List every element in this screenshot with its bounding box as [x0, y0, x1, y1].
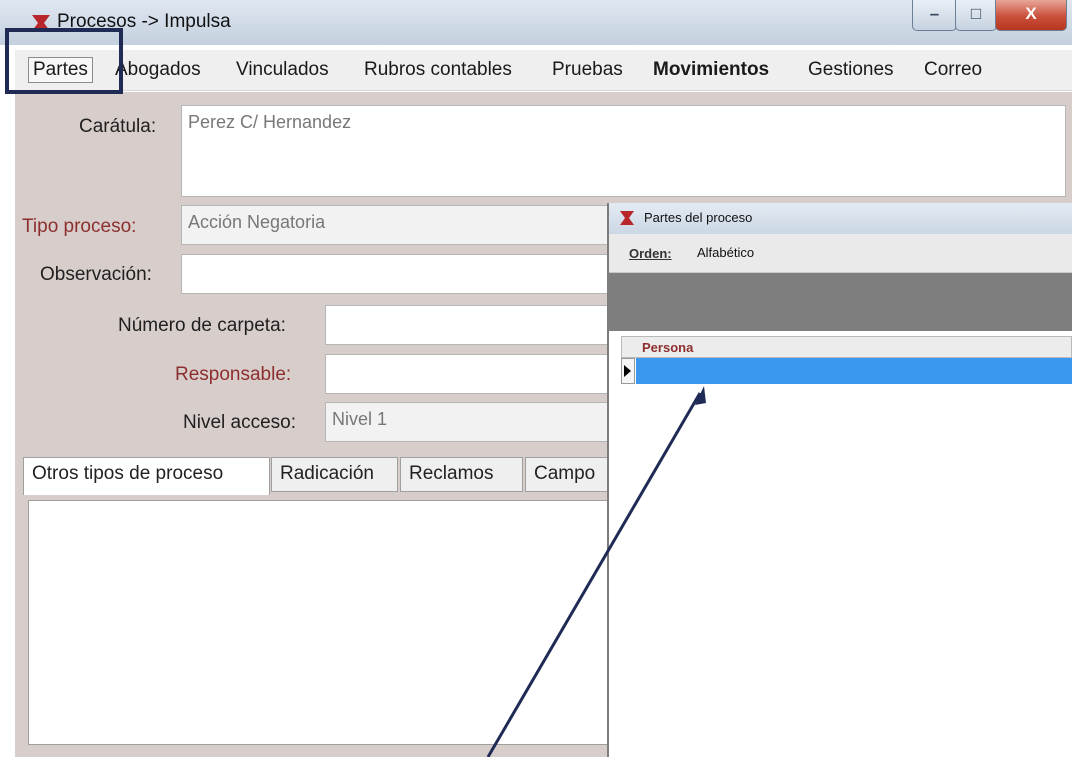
caratula-label: Carátula:	[79, 116, 157, 137]
tab-reclamos[interactable]: Reclamos	[400, 457, 523, 492]
maximize-button[interactable]: □	[955, 0, 997, 31]
tab-content-area	[28, 500, 608, 745]
nivel-acceso-field[interactable]: Nivel 1	[325, 402, 611, 442]
menu-item-movimientos[interactable]: Movimientos	[653, 59, 769, 81]
responsable-field[interactable]	[325, 354, 611, 394]
menu-item-abogados[interactable]: Abogados	[115, 59, 201, 81]
orden-select[interactable]: Alfabético	[697, 245, 754, 260]
numero-carpeta-label: Número de carpeta:	[118, 315, 286, 336]
tipo-proceso-field[interactable]: Acción Negatoria	[181, 205, 611, 245]
partes-grid: Persona	[621, 336, 1072, 756]
nivel-acceso-label: Nivel acceso:	[183, 412, 296, 433]
menu-item-rubros-contables[interactable]: Rubros contables	[364, 59, 512, 81]
dialog-app-icon	[620, 211, 634, 225]
caratula-field[interactable]: Perez C/ Hernandez	[181, 105, 1066, 197]
orden-label: Orden:	[629, 246, 672, 261]
dialog-title-bar[interactable]: Partes del proceso	[609, 203, 1072, 234]
column-header-persona[interactable]: Persona	[642, 340, 693, 355]
observacion-field[interactable]	[181, 254, 611, 294]
partes-dialog: Partes del proceso Orden: Alfabético Per…	[607, 203, 1072, 757]
dialog-title: Partes del proceso	[644, 210, 753, 225]
minimize-icon: –	[929, 4, 940, 23]
numero-carpeta-field[interactable]	[325, 305, 611, 345]
tab-otros-tipos-de-proceso[interactable]: Otros tipos de proceso	[23, 457, 270, 495]
title-bar[interactable]: Procesos -> Impulsa – □ X	[0, 0, 1072, 45]
row-pointer-icon	[624, 365, 631, 377]
annotation-highlight-box	[5, 28, 123, 94]
tipo-proceso-label: Tipo proceso:	[22, 216, 137, 237]
tab-campo[interactable]: Campo	[525, 457, 615, 492]
menu-bar: Partes Abogados Vinculados Rubros contab…	[15, 50, 1072, 91]
grid-row-selected[interactable]	[636, 358, 1072, 384]
dialog-toolbar-area	[609, 273, 1072, 331]
menu-item-gestiones[interactable]: Gestiones	[808, 59, 894, 81]
minimize-button[interactable]: –	[912, 0, 957, 31]
tab-radicacion[interactable]: Radicación	[271, 457, 398, 492]
responsable-label: Responsable:	[175, 364, 292, 385]
maximize-icon: □	[970, 4, 982, 23]
grid-header: Persona	[621, 336, 1072, 358]
menu-item-correo[interactable]: Correo	[924, 59, 982, 81]
tab-strip: Otros tipos de proceso Radicación Reclam…	[15, 457, 615, 495]
close-button[interactable]: X	[995, 0, 1067, 31]
observacion-label: Observación:	[40, 264, 152, 285]
menu-item-pruebas[interactable]: Pruebas	[552, 59, 623, 81]
orden-bar: Orden: Alfabético	[609, 234, 1072, 273]
menu-item-vinculados[interactable]: Vinculados	[236, 59, 329, 81]
close-icon: X	[1025, 4, 1037, 23]
